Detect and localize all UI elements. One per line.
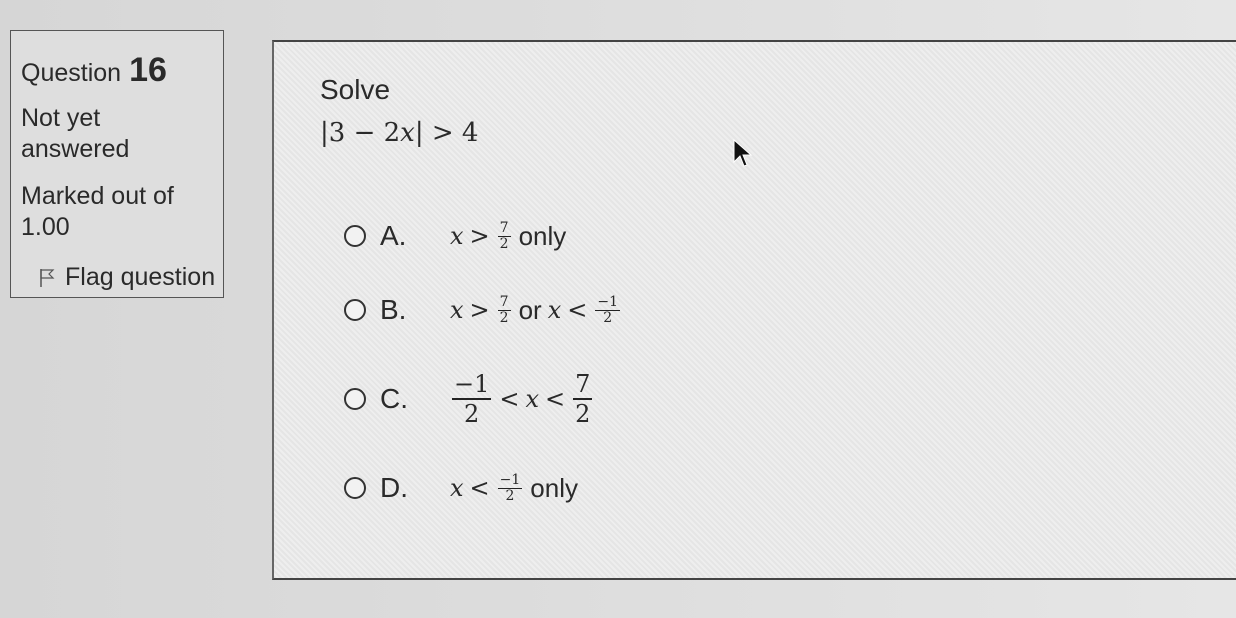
question-marks: Marked out of 1.00 (21, 182, 174, 241)
question-status: Not yet answered (21, 104, 130, 163)
question-title: Question 16 (21, 51, 167, 90)
flag-icon (40, 268, 55, 287)
option-b[interactable]: B. x > 72 or x < −1 2 (344, 294, 622, 326)
option-d-radio[interactable] (344, 477, 366, 499)
flag-question-link[interactable]: Flag question (39, 263, 215, 292)
option-a-radio[interactable] (344, 225, 366, 247)
option-c-radio[interactable] (344, 388, 366, 410)
option-d-letter: D. (380, 472, 408, 503)
option-a[interactable]: A. x > 72 only (344, 220, 566, 252)
option-b-letter: B. (380, 294, 407, 325)
option-c[interactable]: C. −1 2 < x < 72 (344, 370, 594, 428)
option-a-expression: x > 72 only (450, 219, 567, 252)
option-c-expression: −1 2 < x < 72 (452, 370, 593, 428)
option-d[interactable]: D. x < −1 2 only (344, 472, 578, 504)
flag-question-label: Flag question (65, 263, 216, 291)
question-number: 16 (129, 51, 167, 89)
prompt-title: Solve (320, 74, 391, 105)
question-content: Solve |3 − 2x| > 4 A. x > 72 only B. x >… (272, 40, 1236, 580)
option-b-radio[interactable] (344, 299, 366, 321)
question-info-panel: Question 16 Not yet answered Marked out o… (10, 30, 224, 298)
option-b-expression: x > 72 or x < −1 2 (450, 293, 620, 326)
option-a-letter: A. (380, 220, 407, 251)
option-c-letter: C. (380, 383, 408, 414)
mouse-cursor-icon (733, 138, 753, 167)
prompt-equation: |3 − 2x| > 4 (320, 118, 479, 148)
question-label: Question (21, 59, 122, 87)
option-d-expression: x < −1 2 only (450, 471, 578, 504)
